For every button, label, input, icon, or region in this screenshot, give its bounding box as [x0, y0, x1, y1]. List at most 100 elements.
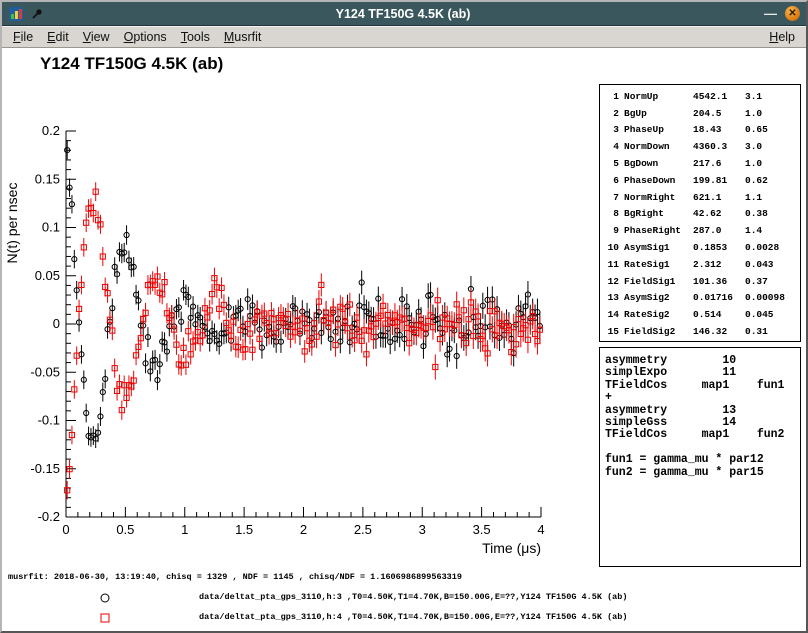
- param-no: 13: [604, 292, 619, 303]
- svg-text:1.5: 1.5: [235, 522, 253, 537]
- param-no: 4: [604, 141, 619, 152]
- menubar-items: FileEditViewOptionsToolsMusrfit: [6, 28, 268, 46]
- param-row: 3 PhaseUp 18.43 0.65: [604, 122, 796, 139]
- menu-tools[interactable]: Tools: [174, 28, 217, 46]
- param-value: 146.32: [693, 326, 740, 337]
- legend-label: data/deltat_pta_gps_3110,h:4 ,T0=4.50K,T…: [199, 612, 627, 622]
- svg-text:-0.15: -0.15: [30, 461, 60, 476]
- svg-text:0.05: 0.05: [35, 268, 60, 283]
- param-error: 0.31: [745, 326, 796, 337]
- param-value: 204.5: [693, 108, 740, 119]
- close-button[interactable]: ✕: [785, 6, 800, 21]
- legend-circle-marker: [99, 591, 111, 609]
- param-no: 3: [604, 124, 619, 135]
- svg-text:0.1: 0.1: [42, 220, 60, 235]
- param-name: NormUp: [624, 91, 688, 102]
- param-table: 1NormUp4542.13.12BgUp204.51.03PhaseUp18.…: [604, 88, 796, 340]
- svg-text:0.2: 0.2: [42, 123, 60, 138]
- param-name: BgRight: [624, 208, 688, 219]
- param-row: 1NormUp4542.13.1: [604, 88, 796, 105]
- svg-text:3.5: 3.5: [473, 522, 491, 537]
- param-value: 287.0: [693, 225, 740, 236]
- param-name: PhaseUp: [624, 124, 688, 135]
- param-error: 1.1: [745, 192, 796, 203]
- param-row: 11RateSig12.3120.043: [604, 256, 796, 273]
- titlebar[interactable]: Y124 TF150G 4.5K (ab) — ✕: [2, 2, 806, 26]
- menu-options[interactable]: Options: [117, 28, 174, 46]
- data-series-h4: [65, 182, 543, 499]
- window-title: Y124 TF150G 4.5K (ab): [50, 7, 756, 21]
- theory-line: TFieldCos map1 fun2: [605, 429, 795, 441]
- canvas-area: Y124 TF150G 4.5K (ab) -0.2-0.15-0.1-0.05…: [2, 48, 806, 631]
- svg-text:0.15: 0.15: [35, 171, 60, 186]
- param-value: 101.36: [693, 276, 740, 287]
- param-name: PhaseDown: [624, 175, 688, 186]
- param-no: 10: [604, 242, 619, 253]
- param-error: 1.0: [745, 158, 796, 169]
- legend-row: data/deltat_pta_gps_3110,h:3 ,T0=4.50K,T…: [2, 589, 806, 606]
- plot-footer: musrfit: 2018-06-30, 13:19:40, chisq = 1…: [2, 568, 806, 631]
- app-window: Y124 TF150G 4.5K (ab) — ✕ FileEditViewOp…: [0, 0, 808, 633]
- menu-help[interactable]: Help: [762, 28, 802, 46]
- theory-line: TFieldCos map1 fun1: [605, 380, 795, 392]
- svg-text:3: 3: [419, 522, 426, 537]
- param-no: 12: [604, 276, 619, 287]
- menu-file[interactable]: File: [6, 28, 40, 46]
- theory-line: fun2 = gamma_mu * par15: [605, 467, 795, 479]
- param-error: 0.65: [745, 124, 796, 135]
- plot-canvas[interactable]: -0.2-0.15-0.1-0.0500.050.10.150.200.511.…: [2, 103, 598, 615]
- param-value: 18.43: [693, 124, 740, 135]
- param-name: FieldSig1: [624, 276, 688, 287]
- theory-line: simplExpo 11: [605, 367, 795, 379]
- param-error: 0.37: [745, 276, 796, 287]
- param-row: 14RateSig20.5140.045: [604, 306, 796, 323]
- param-row: 7NormRight621.11.1: [604, 189, 796, 206]
- param-row: 13AsymSig20.017160.00098: [604, 290, 796, 307]
- param-row: 6PhaseDown199.810.62: [604, 172, 796, 189]
- menu-view[interactable]: View: [76, 28, 117, 46]
- menubar: FileEditViewOptionsToolsMusrfit Help: [2, 26, 806, 48]
- param-value: 2.312: [693, 259, 740, 270]
- theory-box: asymmetry 10simplExpo 11TFieldCos map1 f…: [599, 347, 801, 567]
- svg-text:-0.1: -0.1: [38, 413, 60, 428]
- param-row: 5BgDown217.61.0: [604, 155, 796, 172]
- param-value: 199.81: [693, 175, 740, 186]
- param-name: PhaseRight: [624, 225, 688, 236]
- param-no: 9: [604, 225, 619, 236]
- param-no: 2: [604, 108, 619, 119]
- parameter-box: 1NormUp4542.13.12BgUp204.51.03PhaseUp18.…: [599, 84, 801, 342]
- param-no: 15: [604, 326, 619, 337]
- svg-text:4: 4: [537, 522, 544, 537]
- svg-text:2.5: 2.5: [354, 522, 372, 537]
- param-error: 1.4: [745, 225, 796, 236]
- param-name: RateSig2: [624, 309, 688, 320]
- y-axis-title: N(t) per nsec: [4, 183, 20, 264]
- param-value: 0.01716: [693, 292, 740, 303]
- param-value: 42.62: [693, 208, 740, 219]
- param-name: FieldSig2: [624, 326, 688, 337]
- pin-icon[interactable]: [30, 7, 44, 21]
- param-row: 10AsymSig10.18530.0028: [604, 239, 796, 256]
- param-value: 217.6: [693, 158, 740, 169]
- param-name: RateSig1: [624, 259, 688, 270]
- minimize-button[interactable]: —: [762, 5, 779, 22]
- legend-label: data/deltat_pta_gps_3110,h:3 ,T0=4.50K,T…: [199, 592, 627, 602]
- param-error: 0.0028: [745, 242, 796, 253]
- svg-text:0: 0: [53, 316, 60, 331]
- param-error: 0.38: [745, 208, 796, 219]
- param-no: 7: [604, 192, 619, 203]
- theory-line: fun1 = gamma_mu * par12: [605, 454, 795, 466]
- menu-musrfit[interactable]: Musrfit: [217, 28, 269, 46]
- menu-edit[interactable]: Edit: [40, 28, 76, 46]
- svg-text:1: 1: [181, 522, 188, 537]
- param-error: 0.62: [745, 175, 796, 186]
- param-name: NormDown: [624, 141, 688, 152]
- app-icon: [8, 6, 24, 22]
- param-error: 3.1: [745, 91, 796, 102]
- x-axis-title: Time (μs): [482, 540, 541, 556]
- param-value: 621.1: [693, 192, 740, 203]
- param-value: 0.514: [693, 309, 740, 320]
- menubar-right: Help: [762, 28, 802, 46]
- legend-row: data/deltat_pta_gps_3110,h:4 ,T0=4.50K,T…: [2, 609, 806, 626]
- param-value: 4542.1: [693, 91, 740, 102]
